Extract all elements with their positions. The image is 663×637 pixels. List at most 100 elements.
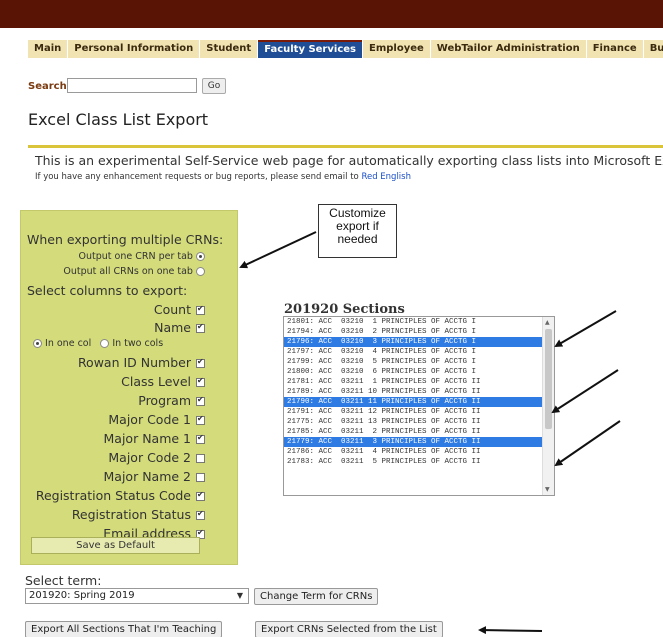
column-major-name-2-checkbox[interactable]	[196, 473, 205, 482]
section-row[interactable]: 21781: ACC 03211 1 PRINCIPLES OF ACCTG I…	[284, 377, 544, 387]
section-row[interactable]: 21790: ACC 03211 11 PRINCIPLES OF ACCTG …	[284, 397, 544, 407]
column-option-rowan-id: Rowan ID Number	[78, 355, 205, 370]
name-one-col-radio[interactable]	[33, 339, 42, 348]
section-row[interactable]: 21801: ACC 03210 1 PRINCIPLES OF ACCTG I	[284, 317, 544, 327]
customize-callout: Customize export if needed	[318, 204, 397, 258]
column-rowan-id-label: Rowan ID Number	[77, 355, 191, 370]
column-major-code-2-checkbox[interactable]	[196, 454, 205, 463]
search-label: Search	[28, 81, 67, 92]
export-selected-crns-button[interactable]: Export CRNs Selected from the List	[255, 621, 443, 637]
section-row[interactable]: 21799: ACC 03210 5 PRINCIPLES OF ACCTG I	[284, 357, 544, 367]
columns-heading: Select columns to export:	[27, 283, 188, 298]
callout-line-3: needed	[337, 232, 378, 246]
one-per-tab-label: Output one CRN per tab	[78, 251, 193, 262]
section-row[interactable]: 21786: ACC 03211 4 PRINCIPLES OF ACCTG I…	[284, 447, 544, 457]
change-term-button[interactable]: Change Term for CRNs	[254, 588, 379, 605]
top-banner	[0, 0, 663, 28]
arrow-to-row-21790-icon	[551, 369, 619, 414]
column-registration-status-code-label: Registration Status Code	[35, 488, 191, 503]
tab-webtailor-administration[interactable]: WebTailor Administration	[430, 40, 586, 58]
all-on-one-tab-label: Output all CRNs on one tab	[63, 266, 193, 277]
column-major-code-1-label: Major Code 1	[108, 412, 191, 427]
column-option-count: Count	[154, 302, 205, 317]
scroll-down-arrow-icon[interactable]: ▼	[545, 486, 550, 493]
dropdown-caret-icon: ▼	[236, 591, 243, 600]
column-name-checkbox[interactable]	[196, 322, 205, 333]
tab-finance[interactable]: Finance	[586, 40, 643, 58]
page-title: Excel Class List Export	[28, 110, 209, 129]
arrow-to-export-selected-icon	[478, 626, 543, 635]
column-option-name: Name	[154, 320, 205, 335]
column-major-code-1-checkbox[interactable]	[196, 414, 205, 425]
tab-bursar[interactable]: Bursar	[643, 40, 663, 58]
column-option-registration-status: Registration Status	[72, 507, 205, 522]
arrow-to-row-21796-icon	[554, 310, 617, 348]
search-go-button[interactable]: Go	[202, 78, 226, 94]
option-one-crn-per-tab: Output one CRN per tab	[78, 251, 205, 262]
main-nav-tabs: Main Personal Information Student Facult…	[28, 40, 663, 58]
one-per-tab-radio[interactable]	[196, 252, 205, 261]
all-on-one-tab-radio[interactable]	[196, 267, 205, 276]
section-row[interactable]: 21775: ACC 03211 13 PRINCIPLES OF ACCTG …	[284, 417, 544, 427]
column-option-program: Program	[138, 393, 205, 408]
column-option-major-name-1: Major Name 1	[104, 431, 205, 446]
tab-employee[interactable]: Employee	[362, 40, 430, 58]
column-major-code-2-label: Major Code 2	[108, 450, 191, 465]
column-name-label: Name	[154, 320, 191, 335]
option-all-crns-one-tab: Output all CRNs on one tab	[63, 266, 205, 277]
column-class-level-label: Class Level	[121, 374, 191, 389]
column-major-name-1-label: Major Name 1	[103, 431, 191, 446]
column-option-registration-status-code: Registration Status Code	[36, 488, 205, 503]
column-option-class-level: Class Level	[121, 374, 205, 389]
feedback-email-link[interactable]: Red English	[361, 172, 411, 182]
section-row[interactable]: 21797: ACC 03210 4 PRINCIPLES OF ACCTG I	[284, 347, 544, 357]
scrollbar-thumb[interactable]	[545, 329, 552, 429]
title-divider	[28, 145, 663, 148]
column-count-checkbox[interactable]	[196, 304, 205, 315]
sections-listbox[interactable]: 21801: ACC 03210 1 PRINCIPLES OF ACCTG I…	[283, 316, 555, 496]
column-registration-status-code-checkbox[interactable]	[196, 490, 205, 501]
column-major-name-1-checkbox[interactable]	[196, 433, 205, 444]
column-rowan-id-checkbox[interactable]	[196, 357, 205, 368]
name-one-col-label: In one col	[45, 338, 92, 349]
section-row[interactable]: 21794: ACC 03210 2 PRINCIPLES OF ACCTG I	[284, 327, 544, 337]
export-all-sections-button[interactable]: Export All Sections That I'm Teaching	[25, 621, 223, 637]
column-program-checkbox[interactable]	[196, 395, 205, 406]
section-row[interactable]: 21796: ACC 03210 3 PRINCIPLES OF ACCTG I	[284, 337, 544, 347]
term-selected-value: 201920: Spring 2019	[29, 590, 135, 601]
arrow-to-options-icon	[239, 231, 317, 269]
multiple-crns-heading: When exporting multiple CRNs:	[27, 232, 224, 247]
column-registration-status-checkbox[interactable]	[196, 509, 205, 520]
scroll-up-arrow-icon[interactable]: ▲	[545, 319, 550, 326]
term-label: Select term:	[25, 573, 102, 588]
search-input[interactable]	[67, 78, 197, 93]
term-select[interactable]: 201920: Spring 2019 ▼	[25, 588, 249, 604]
section-row[interactable]: 21785: ACC 03211 2 PRINCIPLES OF ACCTG I…	[284, 427, 544, 437]
tab-personal-information[interactable]: Personal Information	[68, 40, 200, 58]
name-two-cols-label: In two cols	[112, 338, 164, 349]
section-row[interactable]: 21783: ACC 03211 5 PRINCIPLES OF ACCTG I…	[284, 457, 544, 467]
listbox-scrollbar[interactable]: ▲ ▼	[542, 317, 554, 495]
tab-faculty-services[interactable]: Faculty Services	[258, 40, 362, 58]
name-two-cols-radio[interactable]	[100, 339, 110, 348]
section-row[interactable]: 21789: ACC 03211 10 PRINCIPLES OF ACCTG …	[284, 387, 544, 397]
column-class-level-checkbox[interactable]	[196, 376, 205, 387]
column-option-major-name-2: Major Name 2	[104, 469, 205, 484]
save-as-default-button[interactable]: Save as Default	[31, 537, 200, 554]
column-count-label: Count	[153, 302, 191, 317]
name-format-options: In one col In two cols	[33, 338, 163, 349]
sections-title: 201920 Sections	[284, 302, 405, 317]
tab-main[interactable]: Main	[28, 40, 68, 58]
column-registration-status-label: Registration Status	[71, 507, 191, 522]
intro-text: This is an experimental Self-Service web…	[35, 153, 663, 168]
section-row[interactable]: 21779: ACC 03211 3 PRINCIPLES OF ACCTG I…	[284, 437, 544, 447]
tab-student[interactable]: Student	[200, 40, 258, 58]
section-row[interactable]: 21800: ACC 03210 6 PRINCIPLES OF ACCTG I	[284, 367, 544, 377]
feedback-note-text: If you have any enhancement requests or …	[35, 172, 362, 182]
arrow-to-row-21779-icon	[554, 420, 621, 467]
section-row[interactable]: 21791: ACC 03211 12 PRINCIPLES OF ACCTG …	[284, 407, 544, 417]
column-program-label: Program	[138, 393, 191, 408]
export-options-panel: When exporting multiple CRNs: Output one…	[20, 210, 238, 565]
column-option-major-code-2: Major Code 2	[108, 450, 205, 465]
column-option-major-code-1: Major Code 1	[108, 412, 205, 427]
